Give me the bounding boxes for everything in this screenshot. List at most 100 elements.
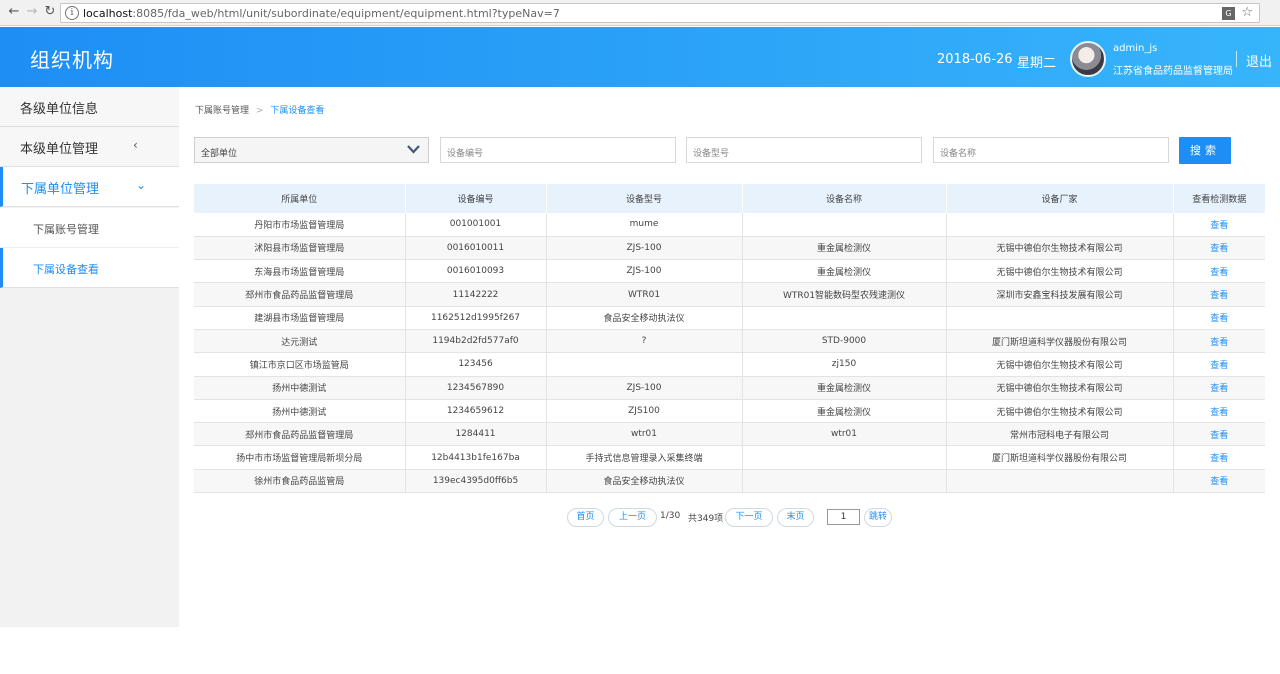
table-cell: 无锡中德伯尔生物技术有限公司 (946, 352, 1174, 377)
table-body: 丹阳市市场监督管理局 001001001 mume 查看 沭阳县市场监督管理局 00160… (194, 213, 1265, 494)
first-page-button[interactable]: 首页 (567, 508, 604, 527)
breadcrumb: 下属账号管理 > 下属设备查看 (195, 103, 324, 116)
table-cell: 重金属检测仪 (742, 399, 947, 424)
breadcrumb-current: 下属设备查看 (270, 106, 325, 116)
app-title: 组织机构 (30, 48, 114, 72)
last-page-button[interactable]: 末页 (777, 508, 814, 527)
table-cell (742, 445, 947, 470)
view-data-link[interactable]: 查看 (1173, 282, 1265, 307)
view-data-link[interactable]: 查看 (1173, 422, 1265, 447)
search-button[interactable]: 搜索 (1179, 137, 1231, 164)
view-data-link[interactable]: 查看 (1173, 399, 1265, 424)
table-cell: 123456 (405, 352, 547, 377)
table-cell: 食品安全移动执法仪 (546, 306, 743, 330)
table-row: 建湖县市场监督管理局 1162512d1995f267 食品安全移动执法仪 查看 (194, 306, 1265, 330)
logout-button[interactable]: 退出 (1246, 51, 1272, 70)
table-cell (742, 306, 947, 330)
column-header: 设备名称 (742, 184, 947, 213)
table-cell: 扬州中德测试 (194, 399, 406, 424)
view-data-link[interactable]: 查看 (1173, 445, 1265, 470)
table-cell: 1194b2d2fd577af0 (405, 329, 547, 354)
table-cell: 邳州市食品药品监督管理局 (194, 422, 406, 447)
view-data-link[interactable]: 查看 (1173, 306, 1265, 330)
view-data-link[interactable]: 查看 (1173, 213, 1265, 237)
url-text: localhost:8085/fda_web/html/unit/subordi… (83, 7, 560, 20)
table-cell: 0016010011 (405, 236, 547, 261)
table-cell: 无锡中德伯尔生物技术有限公司 (946, 236, 1174, 261)
header-divider (1236, 51, 1237, 67)
table-cell: zj150 (742, 352, 947, 377)
table-cell: WTR01 (546, 282, 743, 307)
table-cell: 12b4413b1fe167ba (405, 445, 547, 470)
user-org: 江苏省食品药品监督管理局 (1113, 66, 1233, 77)
view-data-link[interactable]: 查看 (1173, 376, 1265, 400)
next-page-button[interactable]: 下一页 (725, 508, 773, 527)
view-data-link[interactable]: 查看 (1173, 352, 1265, 377)
browser-toolbar: ← → ↻ i localhost:8085/fda_web/html/unit… (0, 0, 1280, 26)
sidebar-subitem-accounts[interactable]: 下属账号管理 (0, 208, 179, 248)
chevron-left-icon: ‹ (133, 138, 138, 152)
table-cell: 无锡中德伯尔生物技术有限公司 (946, 399, 1174, 424)
column-header: 查看检测数据 (1173, 184, 1265, 213)
view-data-link[interactable]: 查看 (1173, 259, 1265, 284)
table-cell: ? (546, 329, 743, 354)
avatar[interactable] (1070, 41, 1106, 77)
info-icon[interactable]: i (65, 6, 79, 20)
unit-select-value: 全部单位 (201, 149, 238, 159)
view-data-link[interactable]: 查看 (1173, 329, 1265, 354)
breadcrumb-separator: > (255, 106, 264, 116)
table-cell: 沭阳县市场监督管理局 (194, 236, 406, 261)
sidebar-item-local-unit[interactable]: 本级单位管理 ‹ (0, 127, 179, 167)
chevron-down-icon: ⌄ (136, 178, 147, 192)
sidebar-subitem-label: 下属设备查看 (33, 263, 99, 276)
page-number-input[interactable]: 1 (827, 509, 860, 525)
table-cell: ZJS100 (546, 399, 743, 424)
translate-icon[interactable]: G (1222, 7, 1235, 20)
equipment-table: 所属单位 设备编号 设备型号 设备名称 设备厂家 查看检测数据 丹阳市市场监督管… (194, 184, 1265, 494)
table-row: 镇江市京口区市场监管局 123456 zj150 无锡中德伯尔生物技术有限公司 查看 (194, 352, 1265, 377)
table-row: 丹阳市市场监督管理局 001001001 mume 查看 (194, 213, 1265, 237)
table-cell: mume (546, 213, 743, 237)
table-cell: 深圳市安鑫宝科技发展有限公司 (946, 282, 1174, 307)
reload-icon[interactable]: ↻ (42, 4, 58, 20)
unit-select[interactable]: 全部单位 (194, 137, 429, 163)
sidebar-item-subordinate-unit[interactable]: 下属单位管理 ⌄ (0, 167, 179, 207)
table-cell: 139ec4395d0ff6b5 (405, 469, 547, 494)
forward-arrow-icon[interactable]: → (24, 4, 40, 20)
table-cell: 重金属检测仪 (742, 259, 947, 284)
table-cell: 常州市冠科电子有限公司 (946, 422, 1174, 447)
table-cell (742, 469, 947, 494)
view-data-link[interactable]: 查看 (1173, 236, 1265, 261)
table-cell (946, 469, 1174, 494)
column-header: 设备厂家 (946, 184, 1174, 213)
table-cell: 1162512d1995f267 (405, 306, 547, 330)
bookmark-star-icon[interactable]: ☆ (1241, 5, 1253, 20)
table-cell: 扬中市市场监督管理局新坝分局 (194, 445, 406, 470)
table-cell: 1284411 (405, 422, 547, 447)
sidebar-item-unit-info[interactable]: 各级单位信息 (0, 87, 179, 127)
table-cell: 重金属检测仪 (742, 236, 947, 261)
column-header: 设备编号 (405, 184, 547, 213)
jump-button[interactable]: 跳转 (864, 508, 892, 527)
device-name-input[interactable]: 设备名称 (933, 137, 1169, 163)
table-cell: 丹阳市市场监督管理局 (194, 213, 406, 237)
table-row: 扬州中德测试 1234659612 ZJS100 重金属检测仪 无锡中德伯尔生物技术有限… (194, 399, 1265, 424)
back-arrow-icon[interactable]: ← (6, 4, 22, 20)
table-cell: 厦门斯坦道科学仪器股份有限公司 (946, 445, 1174, 470)
address-bar[interactable]: i localhost:8085/fda_web/html/unit/subor… (60, 3, 1260, 23)
table-row: 扬州中德测试 1234567890 ZJS-100 重金属检测仪 无锡中德伯尔生物技术有… (194, 376, 1265, 400)
view-data-link[interactable]: 查看 (1173, 469, 1265, 494)
table-cell: STD-9000 (742, 329, 947, 354)
column-header: 所属单位 (194, 184, 406, 213)
sidebar-subitem-equipment[interactable]: 下属设备查看 (0, 248, 179, 288)
table-cell: 001001001 (405, 213, 547, 237)
prev-page-button[interactable]: 上一页 (608, 508, 657, 527)
table-cell: ZJS-100 (546, 376, 743, 400)
table-cell: 食品安全移动执法仪 (546, 469, 743, 494)
device-code-input[interactable]: 设备编号 (440, 137, 676, 163)
table-cell (946, 213, 1174, 237)
table-cell: 东海县市场监督管理局 (194, 259, 406, 284)
device-model-input[interactable]: 设备型号 (686, 137, 922, 163)
table-row: 扬中市市场监督管理局新坝分局 12b4413b1fe167ba 手持式信息管理录入采… (194, 445, 1265, 470)
breadcrumb-parent[interactable]: 下属账号管理 (195, 106, 249, 116)
